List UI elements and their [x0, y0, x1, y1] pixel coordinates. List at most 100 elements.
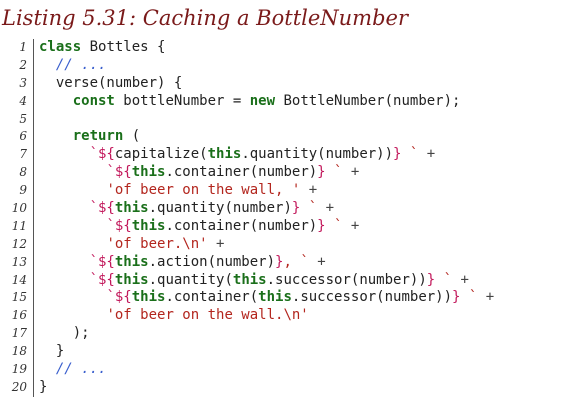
code-token: .container(	[165, 289, 259, 306]
code-token: }	[39, 378, 48, 395]
code-token: `	[435, 271, 453, 288]
gutter-divider	[33, 56, 34, 75]
code-token: +	[207, 235, 225, 252]
code-line: 15 `${this.container(this.successor(numb…	[0, 289, 571, 308]
line-number: 19	[11, 362, 27, 377]
code-text: `${this.quantity(this.successor(number))…	[39, 272, 469, 290]
line-number: 8	[19, 165, 27, 180]
code-token: this	[232, 271, 267, 288]
line-number: 1	[19, 40, 27, 54]
gutter-divider	[33, 253, 34, 272]
code-text: }	[39, 343, 64, 361]
code-token: 'of beer on the wall, '	[106, 182, 301, 199]
code-text: }	[39, 379, 47, 397]
code-token: capitalize(	[114, 146, 208, 163]
code-token: `${	[106, 217, 132, 234]
code-line: 14 `${this.quantity(this.successor(numbe…	[0, 271, 571, 290]
code-token: `${	[106, 289, 132, 306]
line-number: 13	[11, 254, 27, 269]
code-token: this	[207, 146, 242, 163]
code-line: 13 `${this.action(number)}, ` +	[0, 253, 571, 272]
gutter-divider	[33, 146, 34, 165]
gutter-divider	[33, 361, 34, 379]
code-token: .successor(number))	[266, 271, 427, 288]
code-token: `	[300, 200, 318, 217]
code-line: 16 'of beer on the wall.\n'	[0, 307, 571, 326]
code-token: `${	[89, 271, 115, 288]
code-text: // ...	[39, 56, 107, 75]
code-token: }	[39, 343, 65, 360]
code-token: new	[249, 92, 276, 109]
code-token: `${	[89, 200, 115, 217]
line-number: 20	[11, 379, 27, 394]
code-token: .container(number)	[165, 164, 318, 181]
code-token: `	[325, 164, 343, 181]
code-token: this	[131, 217, 166, 234]
code-line: 7 `${capitalize(this.quantity(number))} …	[0, 146, 571, 165]
gutter-divider	[33, 325, 34, 344]
code-text: 'of beer.\n' +	[39, 236, 224, 254]
gutter-divider	[33, 92, 34, 111]
code-token: return	[72, 128, 124, 145]
line-number: 7	[19, 147, 27, 162]
code-token: const	[72, 92, 115, 109]
gutter-divider	[33, 343, 34, 362]
gutter-divider	[33, 200, 34, 218]
code-text: );	[39, 325, 90, 343]
code-line: 3 verse(number) {	[0, 74, 571, 93]
code-token: `	[460, 289, 478, 306]
code-token: // ...	[55, 56, 107, 73]
gutter-divider	[33, 164, 34, 183]
line-number: 15	[11, 290, 27, 305]
code-line: 11 `${this.container(number)} ` +	[0, 217, 571, 236]
gutter-divider	[33, 128, 34, 147]
code-line: 2 // ...	[0, 56, 571, 75]
line-number: 11	[11, 218, 27, 233]
code-line: 19 // ...	[0, 361, 571, 379]
code-line: 9 'of beer on the wall, ' +	[0, 182, 571, 201]
line-number: 14	[11, 272, 27, 287]
code-line: 4 const bottleNumber = new BottleNumber(…	[0, 92, 571, 111]
code-token: }	[426, 271, 436, 288]
code-token: .successor(number))	[291, 289, 453, 306]
code-token: bottleNumber =	[114, 92, 250, 109]
code-token: +	[308, 253, 326, 270]
code-token: verse(number) {	[39, 74, 183, 91]
code-token: `${	[89, 253, 115, 270]
line-number: 3	[19, 75, 27, 90]
code-line: 20}	[0, 378, 571, 397]
line-number: 2	[19, 57, 27, 72]
code-token: +	[452, 271, 469, 288]
code-line: 18 }	[0, 343, 571, 362]
code-text: const bottleNumber = new BottleNumber(nu…	[39, 92, 461, 111]
code-token: .quantity(number))	[241, 146, 394, 163]
line-number: 9	[19, 183, 27, 198]
code-token: , `	[283, 253, 309, 270]
code-text: // ...	[39, 361, 107, 379]
code-token: }	[317, 217, 326, 234]
code-token: +	[342, 164, 360, 181]
gutter-divider	[33, 74, 34, 93]
code-token: +	[418, 146, 436, 163]
gutter-divider	[33, 182, 34, 201]
code-token: `	[325, 217, 343, 234]
code-token: );	[39, 325, 90, 342]
code-line: 12 'of beer.\n' +	[0, 235, 571, 254]
gutter-divider	[33, 378, 34, 397]
code-token: +	[300, 182, 318, 199]
line-number: 18	[11, 344, 27, 359]
line-number: 17	[11, 326, 27, 341]
code-token: .quantity(	[148, 271, 233, 288]
code-line: 10 `${this.quantity(number)} ` +	[0, 200, 571, 218]
gutter-divider	[33, 39, 34, 57]
code-token: this	[114, 271, 149, 288]
code-token: this	[114, 200, 149, 217]
